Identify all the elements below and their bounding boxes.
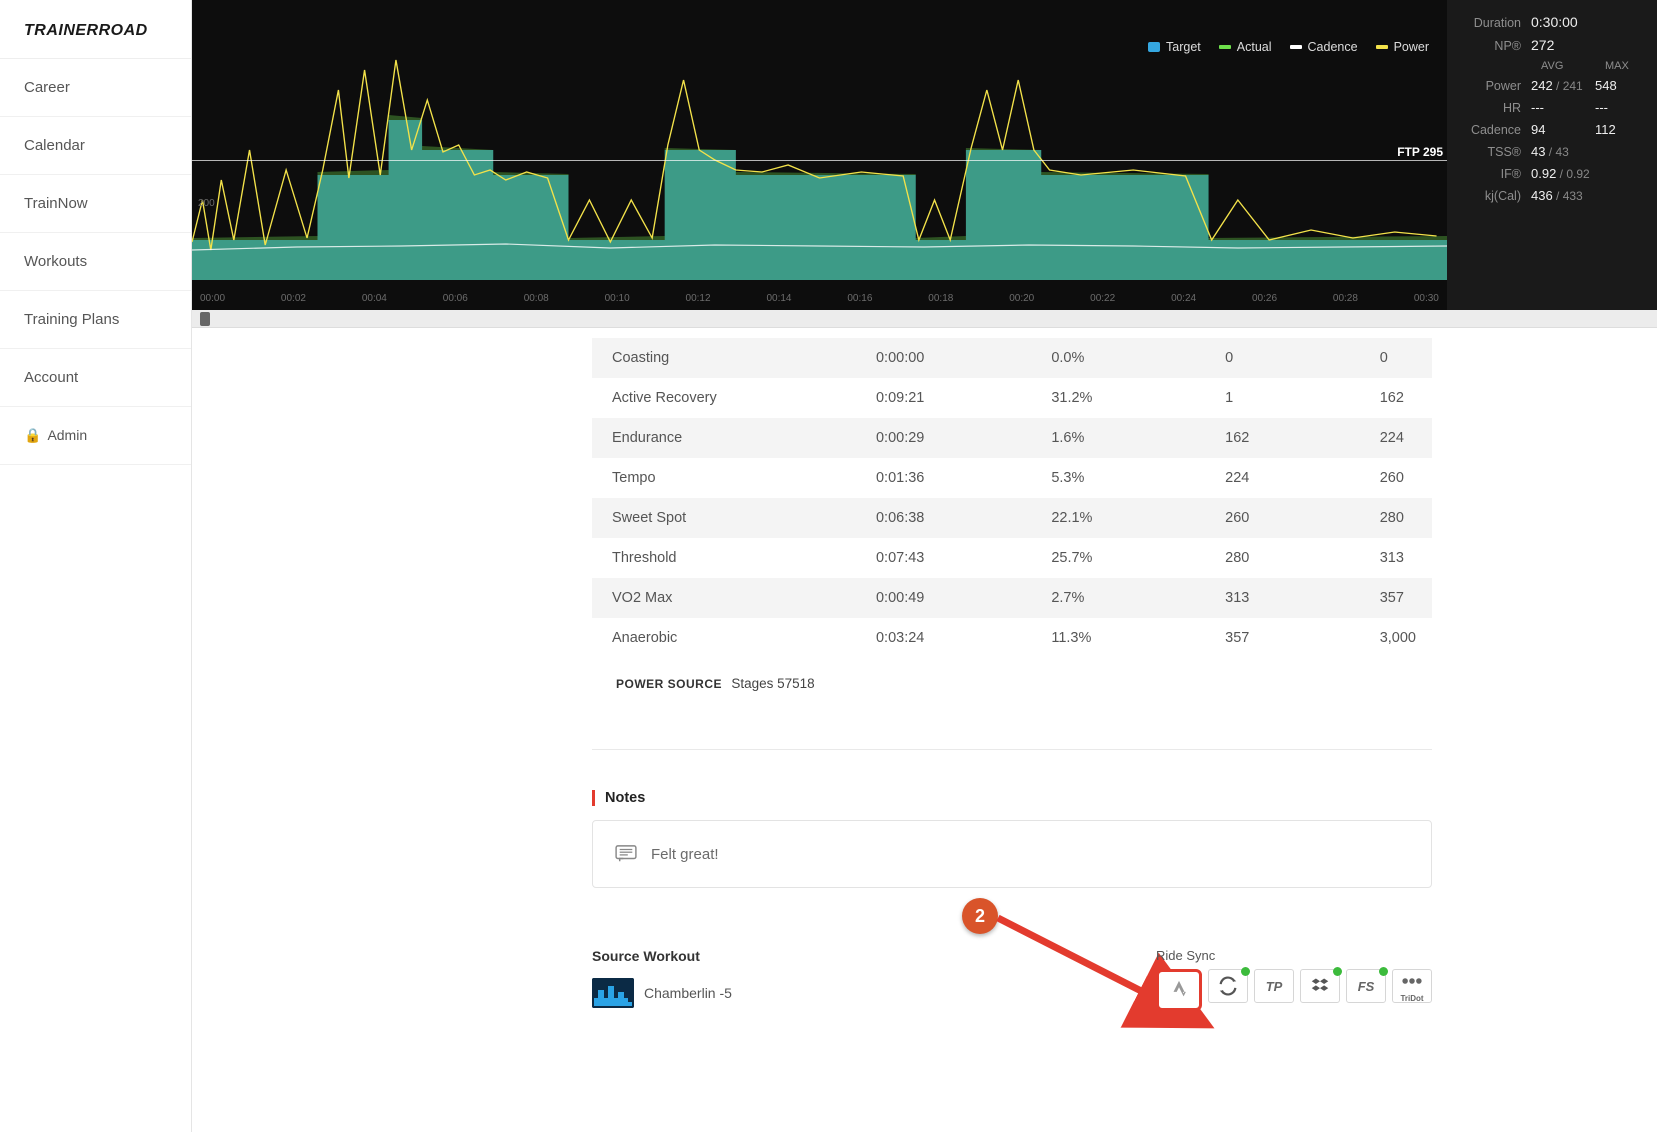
tp-icon: TP [1266, 979, 1283, 994]
sync-strava-button[interactable] [1156, 969, 1202, 1011]
table-row: Active Recovery0:09:2131.2%1162 [592, 378, 1432, 418]
ftp-label: FTP 295 [1397, 145, 1443, 159]
status-dot-icon [1333, 967, 1342, 976]
table-row: Tempo0:01:365.3%224260 [592, 458, 1432, 498]
stat-avg-head: AVG [1541, 60, 1605, 72]
table-row: VO2 Max0:00:492.7%313357 [592, 578, 1432, 618]
legend-actual: Actual [1219, 40, 1272, 54]
table-row: Endurance0:00:291.6%162224 [592, 418, 1432, 458]
stat-power-label: Power [1463, 79, 1531, 93]
source-workout: Source Workout Chamberlin -5 [592, 948, 732, 1008]
stats-panel: Duration0:30:00 NP®272 AVGMAX Power242 /… [1447, 0, 1657, 310]
table-row: Threshold0:07:4325.7%280313 [592, 538, 1432, 578]
sidebar: TRAINERROAD Career Calendar TrainNow Wor… [0, 0, 192, 1132]
nav-admin[interactable]: 🔒 Admin [0, 407, 191, 465]
sync-trainingpeaks-button[interactable]: TP [1254, 969, 1294, 1003]
stat-hr-max: --- [1595, 100, 1608, 115]
stat-kj: 436 [1531, 188, 1553, 203]
time-axis: 00:0000:0200:0400:0600:0800:1000:1200:14… [192, 293, 1447, 304]
stat-cadence-label: Cadence [1463, 123, 1531, 137]
stat-if-label: IF® [1463, 167, 1531, 181]
nav-trainnow[interactable]: TrainNow [0, 175, 191, 233]
status-dot-icon [1379, 967, 1388, 976]
table-row: Anaerobic0:03:2411.3%3573,000 [592, 618, 1432, 658]
note-icon [615, 845, 637, 863]
legend-target: Target [1148, 40, 1201, 54]
nav-workouts[interactable]: Workouts [0, 233, 191, 291]
tridot-dots-icon [1401, 970, 1423, 992]
divider [592, 749, 1432, 750]
nav-calendar[interactable]: Calendar [0, 117, 191, 175]
y-tick-200: 200 [198, 198, 215, 209]
stat-cadence-max: 112 [1595, 122, 1616, 137]
source-workout-head: Source Workout [592, 948, 732, 964]
stat-np-label: NP® [1463, 39, 1531, 53]
ride-sync: Ride Sync TP [1156, 948, 1432, 1011]
notes-heading: Notes [592, 790, 1432, 806]
sync-dropbox-button[interactable] [1300, 969, 1340, 1003]
stat-power-avg: 242 [1531, 78, 1553, 93]
sync-finalsurge-button[interactable]: FS [1346, 969, 1386, 1003]
nav-training-plans[interactable]: Training Plans [0, 291, 191, 349]
stat-hr-label: HR [1463, 101, 1531, 115]
stat-duration-label: Duration [1463, 16, 1531, 30]
stat-if: 0.92 [1531, 166, 1556, 181]
status-dot-icon [1241, 967, 1250, 976]
sync-tridot-button[interactable]: TriDot [1392, 969, 1432, 1003]
table-row: Sweet Spot0:06:3822.1%260280 [592, 498, 1432, 538]
sync-garmin-button[interactable] [1208, 969, 1248, 1003]
timeline-scrubber[interactable] [192, 310, 1657, 328]
strava-icon [1168, 979, 1190, 1001]
workout-chart[interactable]: FTP 295 200 Target Actual Cadence Power … [192, 0, 1447, 310]
nav-career[interactable]: Career [0, 59, 191, 117]
notes-text: Felt great! [651, 846, 719, 863]
stat-hr-avg: --- [1531, 100, 1595, 115]
tridot-label: TriDot [1400, 995, 1423, 1003]
scrub-handle[interactable] [200, 312, 210, 326]
lock-icon: 🔒 [24, 427, 41, 443]
legend-power: Power [1376, 40, 1429, 54]
nav-account[interactable]: Account [0, 349, 191, 407]
brand-logo: TRAINERROAD [0, 0, 191, 59]
stat-cadence-avg: 94 [1531, 122, 1595, 137]
stat-kj-label: kj(Cal) [1463, 189, 1531, 203]
stat-duration: 0:30:00 [1531, 14, 1578, 30]
main: FTP 295 200 Target Actual Cadence Power … [192, 0, 1657, 1132]
power-zones-table: Coasting0:00:000.0%00Active Recovery0:09… [592, 338, 1432, 658]
stat-np: 272 [1531, 37, 1554, 53]
stat-max-head: MAX [1605, 60, 1629, 72]
fs-icon: FS [1358, 979, 1375, 994]
sync-arrows-icon [1217, 975, 1239, 997]
stat-tss: 43 [1531, 144, 1545, 159]
ftp-line [192, 160, 1447, 161]
stat-power-max: 548 [1595, 78, 1617, 93]
power-source: POWER SOURCE Stages 57518 [592, 658, 1432, 709]
source-workout-item[interactable]: Chamberlin -5 [592, 978, 732, 1008]
notes-box[interactable]: Felt great! [592, 820, 1432, 888]
workout-thumb-icon [592, 978, 634, 1008]
stat-tss-label: TSS® [1463, 145, 1531, 159]
nav-admin-label: Admin [47, 427, 87, 443]
legend-cadence: Cadence [1290, 40, 1358, 54]
chart-legend: Target Actual Cadence Power [1148, 40, 1429, 54]
source-workout-name: Chamberlin -5 [644, 985, 732, 1001]
dropbox-icon [1309, 975, 1331, 997]
ride-sync-head: Ride Sync [1156, 948, 1432, 963]
chart-area: FTP 295 200 Target Actual Cadence Power … [192, 0, 1657, 310]
table-row: Coasting0:00:000.0%00 [592, 338, 1432, 378]
